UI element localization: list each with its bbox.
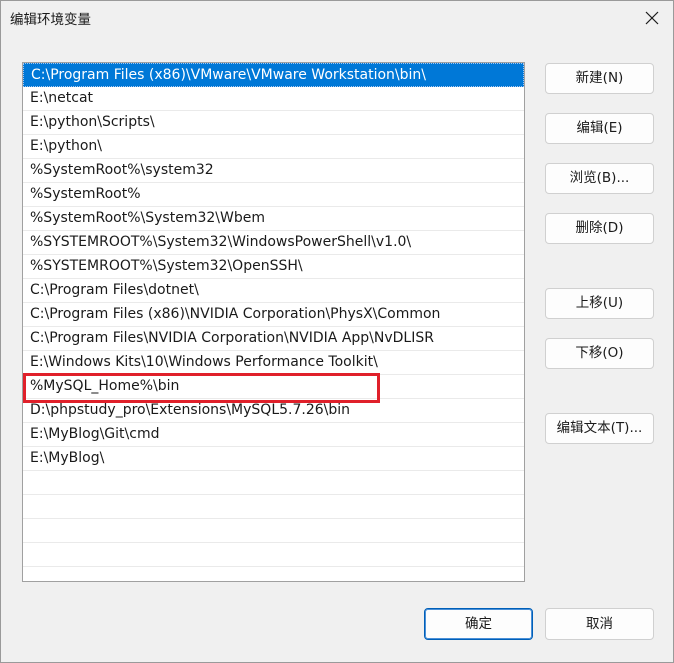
list-item[interactable]: E:\python\Scripts\ <box>23 111 524 135</box>
list-item[interactable]: %MySQL_Home%\bin <box>23 375 524 399</box>
new-button[interactable]: 新建(N) <box>545 63 654 94</box>
list-item[interactable]: E:\Windows Kits\10\Windows Performance T… <box>23 351 524 375</box>
empty-list-row[interactable] <box>23 471 524 495</box>
list-item[interactable]: E:\python\ <box>23 135 524 159</box>
list-item-text: E:\python\Scripts\ <box>30 114 155 130</box>
list-item-text: %SystemRoot% <box>30 186 141 202</box>
list-item[interactable]: C:\Program Files\dotnet\ <box>23 279 524 303</box>
list-item-text: %SYSTEMROOT%\System32\WindowsPowerShell\… <box>30 234 412 250</box>
window-title: 编辑环境变量 <box>10 12 91 28</box>
list-item-text: C:\Program Files\dotnet\ <box>30 282 199 298</box>
close-icon <box>645 11 659 25</box>
empty-list-row[interactable] <box>23 543 524 567</box>
list-item-text: E:\MyBlog\Git\cmd <box>30 426 160 442</box>
list-item[interactable]: E:\netcat <box>23 87 524 111</box>
edit-button[interactable]: 编辑(E) <box>545 113 654 144</box>
close-button[interactable] <box>641 7 663 29</box>
ok-button[interactable]: 确定 <box>424 608 533 640</box>
list-item-text: %SystemRoot%\System32\Wbem <box>30 210 265 226</box>
list-item-text: %SystemRoot%\system32 <box>30 162 214 178</box>
list-item-text: E:\MyBlog\ <box>30 450 105 466</box>
empty-list-row[interactable] <box>23 495 524 519</box>
list-item-text: C:\Program Files (x86)\VMware\VMware Wor… <box>31 67 427 83</box>
browse-button[interactable]: 浏览(B)... <box>545 163 654 194</box>
list-item-text: %SYSTEMROOT%\System32\OpenSSH\ <box>30 258 303 274</box>
cancel-button[interactable]: 取消 <box>545 608 654 640</box>
list-item[interactable]: %SYSTEMROOT%\System32\WindowsPowerShell\… <box>23 231 524 255</box>
list-item-text: E:\Windows Kits\10\Windows Performance T… <box>30 354 378 370</box>
edit-env-variable-dialog: 编辑环境变量 C:\Program Files (x86)\VMware\VMw… <box>0 0 674 663</box>
list-item[interactable]: C:\Program Files (x86)\VMware\VMware Wor… <box>23 63 524 87</box>
list-item[interactable]: C:\Program Files (x86)\NVIDIA Corporatio… <box>23 303 524 327</box>
list-item-text: D:\phpstudy_pro\Extensions\MySQL5.7.26\b… <box>30 402 351 418</box>
list-item[interactable]: E:\MyBlog\ <box>23 447 524 471</box>
empty-list-row[interactable] <box>23 519 524 543</box>
list-item[interactable]: %SYSTEMROOT%\System32\OpenSSH\ <box>23 255 524 279</box>
list-item-text: E:\netcat <box>30 90 94 106</box>
list-item[interactable]: D:\phpstudy_pro\Extensions\MySQL5.7.26\b… <box>23 399 524 423</box>
list-item[interactable]: E:\MyBlog\Git\cmd <box>23 423 524 447</box>
delete-button[interactable]: 删除(D) <box>545 213 654 244</box>
edit-text-button[interactable]: 编辑文本(T)... <box>545 413 654 444</box>
move-down-button[interactable]: 下移(O) <box>545 338 654 369</box>
list-item[interactable]: %SystemRoot% <box>23 183 524 207</box>
move-up-button[interactable]: 上移(U) <box>545 288 654 319</box>
list-item-text: C:\Program Files\NVIDIA Corporation\NVID… <box>30 330 434 346</box>
list-item[interactable]: %SystemRoot%\system32 <box>23 159 524 183</box>
empty-list-row[interactable] <box>23 567 524 581</box>
title-bar: 编辑环境变量 <box>1 1 673 35</box>
path-list[interactable]: C:\Program Files (x86)\VMware\VMware Wor… <box>22 62 525 582</box>
list-item-text: %MySQL_Home%\bin <box>30 378 180 394</box>
list-item-text: C:\Program Files (x86)\NVIDIA Corporatio… <box>30 306 441 322</box>
list-item[interactable]: %SystemRoot%\System32\Wbem <box>23 207 524 231</box>
list-item[interactable]: C:\Program Files\NVIDIA Corporation\NVID… <box>23 327 524 351</box>
list-item-text: E:\python\ <box>30 138 102 154</box>
